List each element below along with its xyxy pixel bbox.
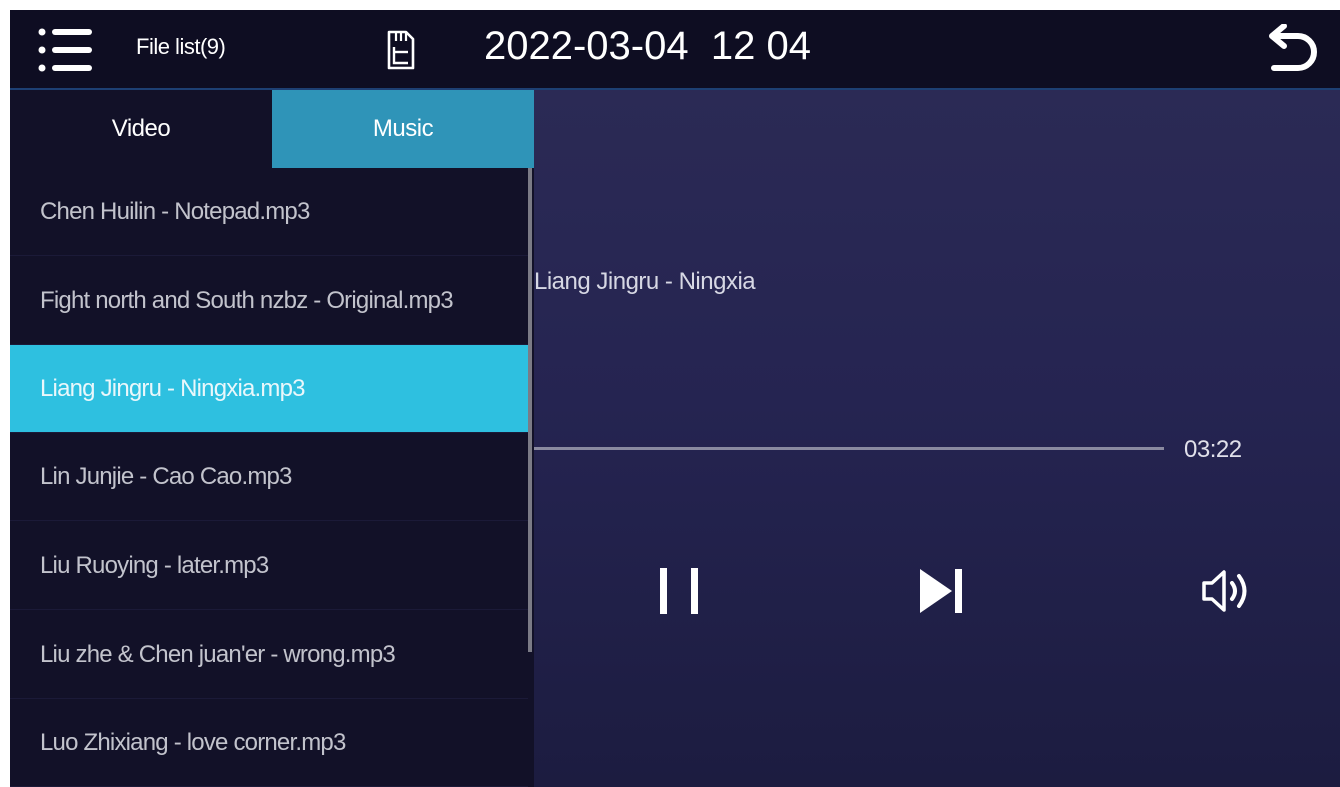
progress-bar[interactable] — [534, 447, 1164, 450]
media-tabs: Video Music — [10, 90, 534, 168]
header-bar: File list(9) 2022-03-04 12 04 — [10, 10, 1340, 90]
sd-card-icon — [386, 30, 416, 70]
list-item[interactable]: Liu Ruoying - later.mp3 — [10, 522, 528, 610]
list-item[interactable]: Fight north and South nzbz - Original.mp… — [10, 257, 528, 345]
player-panel: Liang Jingru - Ningxia 03:22 — [534, 90, 1340, 787]
media-player-screen: File list(9) 2022-03-04 12 04 Video Musi… — [10, 10, 1340, 787]
tab-video[interactable]: Video — [10, 90, 272, 168]
menu-icon[interactable] — [38, 26, 94, 74]
file-list-panel: Video Music Chen Huilin - Notepad.mp3 Fi… — [10, 90, 534, 787]
track-time: 03:22 — [1184, 436, 1242, 463]
music-file-list: Chen Huilin - Notepad.mp3 Fight north an… — [10, 168, 528, 787]
list-item[interactable]: Luo Zhixiang - love corner.mp3 — [10, 699, 528, 787]
pause-button[interactable] — [658, 566, 702, 616]
list-scrollbar[interactable] — [528, 168, 532, 652]
tab-music[interactable]: Music — [272, 90, 534, 168]
next-track-icon — [920, 569, 962, 613]
back-icon[interactable] — [1262, 23, 1322, 78]
next-track-button[interactable] — [916, 566, 968, 616]
list-item[interactable]: Liu zhe & Chen juan'er - wrong.mp3 — [10, 611, 528, 699]
list-item[interactable]: Chen Huilin - Notepad.mp3 — [10, 168, 528, 256]
list-item[interactable]: Lin Junjie - Cao Cao.mp3 — [10, 433, 528, 521]
pause-icon — [660, 568, 698, 614]
volume-button[interactable] — [1198, 566, 1262, 616]
date-time-display: 2022-03-04 12 04 — [484, 24, 811, 68]
file-list-label[interactable]: File list(9) — [136, 34, 226, 60]
list-item-selected[interactable]: Liang Jingru - Ningxia.mp3 — [10, 345, 528, 433]
now-playing-title: Liang Jingru - Ningxia — [534, 268, 756, 295]
volume-icon — [1202, 570, 1247, 612]
